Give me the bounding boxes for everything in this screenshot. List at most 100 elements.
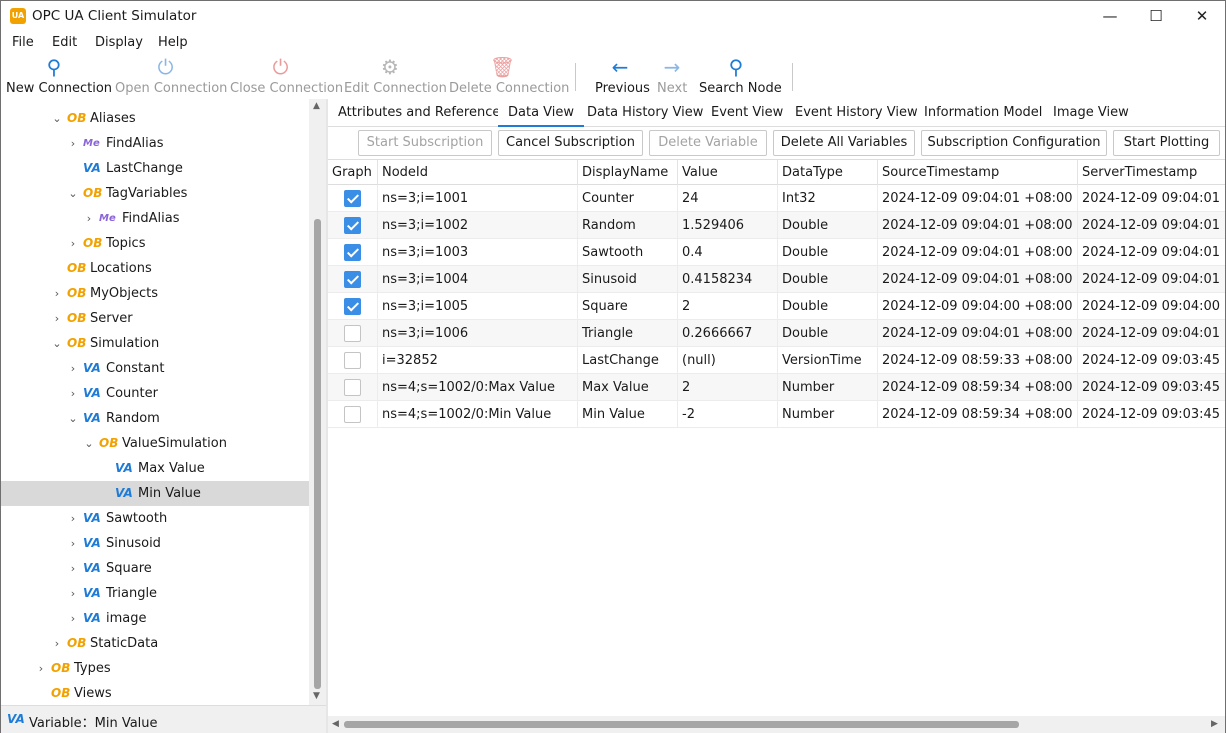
search-node-button[interactable]: ⚲ Search Node	[699, 54, 782, 99]
tab-data-history-view[interactable]: Data History View	[577, 99, 713, 127]
chevron-right-icon[interactable]: ›	[67, 581, 79, 606]
header-value[interactable]: Value	[678, 160, 778, 185]
chevron-right-icon[interactable]: ›	[67, 231, 79, 256]
tab-event-view[interactable]: Event View	[701, 99, 793, 127]
tab-information-model[interactable]: Information Model	[914, 99, 1052, 127]
tree-node[interactable]: VA Max Value	[1, 456, 309, 481]
tree-node[interactable]: ⌄ VA Random	[1, 406, 309, 431]
chevron-down-icon[interactable]: ⌄	[67, 181, 79, 206]
chevron-right-icon[interactable]: ›	[83, 206, 95, 231]
chevron-right-icon[interactable]: ›	[67, 131, 79, 156]
chevron-down-icon[interactable]: ⌄	[51, 331, 63, 356]
table-row[interactable]: ns=4;s=1002/0:Min Value Min Value -2 Number…	[328, 401, 1225, 428]
tree-node[interactable]: › VA Counter	[1, 381, 309, 406]
chevron-down-icon[interactable]: ⌄	[51, 106, 63, 131]
delete-connection-button[interactable]: 🗑 Delete Connection	[449, 54, 569, 99]
tree-node[interactable]: › VA Sinusoid	[1, 531, 309, 556]
chevron-down-icon[interactable]: ⌄	[67, 406, 79, 431]
table-row[interactable]: ns=4;s=1002/0:Max Value Max Value 2 Number 2…	[328, 374, 1225, 401]
chevron-right-icon[interactable]: ›	[51, 631, 63, 656]
table-row[interactable]: ns=3;i=1001 Counter 24 Int32 2024-12-09 09:0…	[328, 185, 1225, 212]
new-connection-button[interactable]: ⚲ New Connection	[6, 54, 112, 99]
menu-display[interactable]: Display	[95, 35, 143, 50]
tree-node[interactable]: VA Min Value	[1, 481, 309, 506]
tab-attributes-references[interactable]: Attributes and References	[328, 99, 517, 127]
next-button[interactable]: → Next	[657, 54, 687, 99]
tree-node[interactable]: › Me FindAlias	[1, 131, 309, 156]
graph-checkbox[interactable]	[344, 271, 361, 288]
tab-data-view[interactable]: Data View	[498, 99, 585, 127]
tree-node[interactable]: › OB MyObjects	[1, 281, 309, 306]
chevron-right-icon[interactable]: ›	[67, 381, 79, 406]
header-sourcetimestamp[interactable]: SourceTimestamp	[878, 160, 1078, 185]
grid-scroll-thumb[interactable]	[344, 721, 1019, 728]
delete-all-variables-button[interactable]: Delete All Variables	[773, 130, 915, 156]
scroll-up-icon[interactable]: ▲	[313, 101, 320, 111]
tree-node[interactable]: VA LastChange	[1, 156, 309, 181]
table-row[interactable]: ns=3;i=1003 Sawtooth 0.4 Double 2024-12-09 0…	[328, 239, 1225, 266]
header-graph[interactable]: Graph	[328, 160, 378, 185]
chevron-right-icon[interactable]: ›	[67, 531, 79, 556]
tree-node[interactable]: OB Views	[1, 681, 309, 705]
previous-button[interactable]: ← Previous	[595, 54, 650, 99]
start-plotting-button[interactable]: Start Plotting	[1113, 130, 1220, 156]
tree-node[interactable]: ⌄ OB ValueSimulation	[1, 431, 309, 456]
tree-node[interactable]: › VA Sawtooth	[1, 506, 309, 531]
table-row[interactable]: ns=3;i=1004 Sinusoid 0.4158234 Double 2024-1…	[328, 266, 1225, 293]
scroll-right-icon[interactable]: ▶	[1211, 719, 1218, 729]
graph-checkbox[interactable]	[344, 379, 361, 396]
chevron-right-icon[interactable]: ›	[67, 356, 79, 381]
header-nodeid[interactable]: NodeId	[378, 160, 578, 185]
close-icon[interactable]: ✕	[1179, 1, 1225, 32]
menu-edit[interactable]: Edit	[52, 35, 77, 50]
header-datatype[interactable]: DataType	[778, 160, 878, 185]
menu-file[interactable]: File	[12, 35, 34, 50]
edit-connection-button[interactable]: ⚙ Edit Connection	[344, 54, 447, 99]
scroll-down-icon[interactable]: ▼	[313, 691, 320, 701]
chevron-down-icon[interactable]: ⌄	[83, 431, 95, 456]
cancel-subscription-button[interactable]: Cancel Subscription	[498, 130, 643, 156]
tree-node[interactable]: › VA Square	[1, 556, 309, 581]
tree-node[interactable]: ⌄ OB TagVariables	[1, 181, 309, 206]
minimize-icon[interactable]: —	[1087, 1, 1133, 32]
tree-node[interactable]: ⌄ OB Aliases	[1, 106, 309, 131]
tree-node[interactable]: › Me FindAlias	[1, 206, 309, 231]
graph-checkbox[interactable]	[344, 217, 361, 234]
chevron-right-icon[interactable]: ›	[67, 606, 79, 631]
maximize-icon[interactable]: ☐	[1133, 1, 1179, 32]
tree-node[interactable]: › OB Topics	[1, 231, 309, 256]
header-displayname[interactable]: DisplayName	[578, 160, 678, 185]
table-row[interactable]: i=32852 LastChange (null) VersionTime 2024-1…	[328, 347, 1225, 374]
tree-node[interactable]: › OB Types	[1, 656, 309, 681]
start-subscription-button[interactable]: Start Subscription	[358, 130, 492, 156]
tree-node[interactable]: › VA Constant	[1, 356, 309, 381]
tree-node[interactable]: › VA Triangle	[1, 581, 309, 606]
graph-checkbox[interactable]	[344, 325, 361, 342]
chevron-right-icon[interactable]: ›	[51, 281, 63, 306]
chevron-right-icon[interactable]: ›	[51, 306, 63, 331]
tree-node[interactable]: › OB StaticData	[1, 631, 309, 656]
chevron-right-icon[interactable]: ›	[67, 506, 79, 531]
menu-help[interactable]: Help	[158, 35, 188, 50]
graph-checkbox[interactable]	[344, 244, 361, 261]
tree-node[interactable]: › OB Server	[1, 306, 309, 331]
table-row[interactable]: ns=3;i=1006 Triangle 0.2666667 Double 2024-1…	[328, 320, 1225, 347]
delete-variable-button[interactable]: Delete Variable	[649, 130, 767, 156]
tree-node[interactable]: ⌄ OB Simulation	[1, 331, 309, 356]
header-servertimestamp[interactable]: ServerTimestamp	[1078, 160, 1225, 185]
tab-image-view[interactable]: Image View	[1043, 99, 1139, 127]
graph-checkbox[interactable]	[344, 406, 361, 423]
tab-event-history-view[interactable]: Event History View	[785, 99, 928, 127]
graph-checkbox[interactable]	[344, 190, 361, 207]
chevron-right-icon[interactable]: ›	[35, 656, 47, 681]
open-connection-button[interactable]: ⏻ Open Connection	[115, 54, 227, 99]
table-row[interactable]: ns=3;i=1005 Square 2 Double 2024-12-09 09:04…	[328, 293, 1225, 320]
chevron-right-icon[interactable]: ›	[67, 556, 79, 581]
graph-checkbox[interactable]	[344, 352, 361, 369]
tree-scroll-thumb[interactable]	[314, 219, 321, 689]
subscription-configuration-button[interactable]: Subscription Configuration	[921, 130, 1107, 156]
table-row[interactable]: ns=3;i=1002 Random 1.529406 Double 2024-12-0…	[328, 212, 1225, 239]
close-connection-button[interactable]: ⏻ Close Connection	[230, 54, 343, 99]
scroll-left-icon[interactable]: ◀	[332, 719, 339, 729]
graph-checkbox[interactable]	[344, 298, 361, 315]
